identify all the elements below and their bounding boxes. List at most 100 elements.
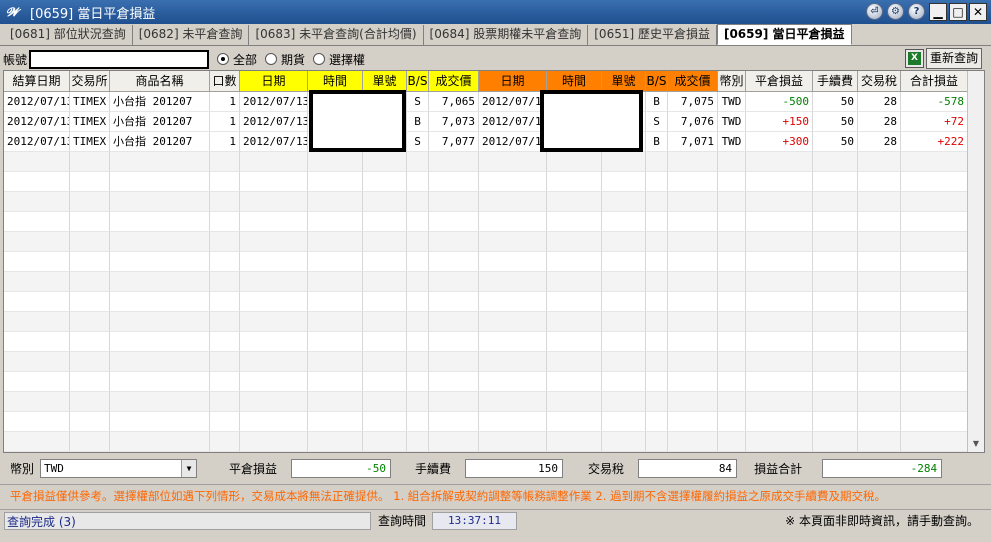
empty-cell <box>110 152 210 172</box>
empty-cell <box>479 172 547 192</box>
empty-cell <box>547 412 602 432</box>
header-exchange[interactable]: 交易所 <box>70 71 110 92</box>
header-close-pnl[interactable]: 平倉損益 <box>746 71 813 92</box>
export-excel-button[interactable]: X <box>905 49 924 68</box>
tab-0651[interactable]: [0651] 歷史平倉損益 <box>588 25 717 45</box>
header-open-bs[interactable]: B/S <box>407 71 429 92</box>
header-open-date[interactable]: 日期 <box>240 71 308 92</box>
empty-cell <box>746 172 813 192</box>
table-row[interactable]: 2012/07/13 TIMEX 小台指 201207 1 2012/07/13 S 7,0… <box>4 132 968 152</box>
currency-select[interactable]: TWD ▼ <box>40 458 198 478</box>
table-row[interactable]: 2012/07/13 TIMEX 小台指 201207 1 2012/07/13 B 7,0… <box>4 112 968 132</box>
pnl-label: 平倉損益 <box>229 461 278 476</box>
empty-cell <box>547 232 602 252</box>
empty-cell <box>602 192 646 212</box>
header-lots[interactable]: 口數 <box>210 71 240 92</box>
empty-cell <box>210 372 240 392</box>
empty-cell <box>70 432 110 452</box>
tab-0683[interactable]: [0683] 未平倉查詢(合計均價) <box>249 25 424 45</box>
empty-cell <box>240 152 308 172</box>
empty-cell <box>602 432 646 452</box>
empty-cell <box>308 392 363 412</box>
radio-futures-indicator <box>265 53 278 65</box>
empty-cell <box>210 412 240 432</box>
chevron-down-icon[interactable]: ▼ <box>181 459 197 477</box>
radio-futures[interactable]: 期貨 <box>265 51 305 68</box>
empty-cell <box>70 412 110 432</box>
empty-cell <box>407 412 429 432</box>
minimize-button[interactable]: ▁ <box>929 3 947 21</box>
requery-button[interactable]: 重新查詢 <box>926 48 982 69</box>
empty-cell <box>547 152 602 172</box>
header-close-date[interactable]: 日期 <box>479 71 547 92</box>
empty-cell <box>240 412 308 432</box>
empty-cell <box>602 252 646 272</box>
empty-cell <box>746 212 813 232</box>
cell-exchange: TIMEX <box>70 132 110 152</box>
vertical-scrollbar[interactable]: ▼ <box>967 71 984 452</box>
empty-cell <box>363 432 407 452</box>
empty-cell <box>746 292 813 312</box>
header-settle-date[interactable]: 結算日期 <box>4 71 70 92</box>
empty-cell <box>901 412 968 432</box>
settings-icon[interactable]: ⚙ <box>887 3 904 20</box>
header-close-time[interactable]: 時間 <box>547 71 602 92</box>
empty-cell <box>646 352 668 372</box>
tab-0681[interactable]: [0681] 部位狀況查詢 <box>4 25 133 45</box>
cell-open-bs: B <box>407 112 429 132</box>
empty-cell <box>479 152 547 172</box>
scroll-down-icon[interactable]: ▼ <box>968 436 984 452</box>
empty-cell <box>4 212 70 232</box>
header-open-order[interactable]: 單號 <box>363 71 407 92</box>
header-close-bs[interactable]: B/S <box>646 71 668 92</box>
empty-cell <box>901 432 968 452</box>
empty-cell <box>646 432 668 452</box>
header-open-time[interactable]: 時間 <box>308 71 363 92</box>
tab-0659[interactable]: [0659] 當日平倉損益 <box>716 24 852 45</box>
empty-cell <box>858 232 901 252</box>
empty-cell <box>901 192 968 212</box>
header-open-price[interactable]: 成交價 <box>429 71 479 92</box>
cell-close-bs: B <box>646 132 668 152</box>
tab-0682[interactable]: [0682] 未平倉查詢 <box>133 25 250 45</box>
empty-cell <box>429 412 479 432</box>
empty-cell <box>718 252 746 272</box>
header-currency[interactable]: 幣別 <box>718 71 746 92</box>
header-fee[interactable]: 手續費 <box>813 71 858 92</box>
header-product[interactable]: 商品名稱 <box>110 71 210 92</box>
total-label: 損益合計 <box>754 461 803 476</box>
empty-cell <box>479 312 547 332</box>
empty-cell <box>901 332 968 352</box>
help-icon[interactable]: ? <box>908 3 925 20</box>
grid-header: 結算日期 交易所 商品名稱 口數 日期 時間 單號 B/S 成交價 日期 時間 單號 B/S 成交價 幣別平… <box>4 71 968 92</box>
radio-options[interactable]: 選擇權 <box>313 51 365 68</box>
empty-cell <box>602 392 646 412</box>
account-value <box>31 51 208 67</box>
empty-cell <box>547 372 602 392</box>
empty-cell <box>479 232 547 252</box>
header-close-price[interactable]: 成交價 <box>668 71 718 92</box>
radio-all[interactable]: 全部 <box>217 51 257 68</box>
empty-cell <box>646 412 668 432</box>
empty-cell <box>718 372 746 392</box>
empty-cell <box>718 352 746 372</box>
account-field[interactable] <box>29 49 210 69</box>
empty-cell <box>4 332 70 352</box>
home-icon[interactable]: ⏎ <box>866 3 883 20</box>
header-total-pnl[interactable]: 合計損益 <box>901 71 968 92</box>
empty-cell <box>646 252 668 272</box>
tab-0684[interactable]: [0684] 股票期權未平倉查詢 <box>424 25 589 45</box>
empty-cell <box>901 232 968 252</box>
trade-grid[interactable]: 結算日期 交易所 商品名稱 口數 日期 時間 單號 B/S 成交價 日期 時間 單號 B/S 成交價 幣別平… <box>3 70 985 453</box>
cell-fee: 50 <box>813 92 858 112</box>
empty-cell <box>4 252 70 272</box>
empty-cell <box>4 232 70 252</box>
close-button[interactable]: ✕ <box>969 3 987 21</box>
maximize-button[interactable]: □ <box>949 3 967 21</box>
table-row[interactable]: 2012/07/13 TIMEX 小台指 201207 1 2012/07/13 S 7,0… <box>4 92 968 112</box>
header-close-order[interactable]: 單號 <box>602 71 646 92</box>
empty-cell <box>429 192 479 212</box>
cell-total-pnl: +222 <box>901 132 968 152</box>
header-tax[interactable]: 交易稅 <box>858 71 901 92</box>
empty-cell <box>858 432 901 452</box>
